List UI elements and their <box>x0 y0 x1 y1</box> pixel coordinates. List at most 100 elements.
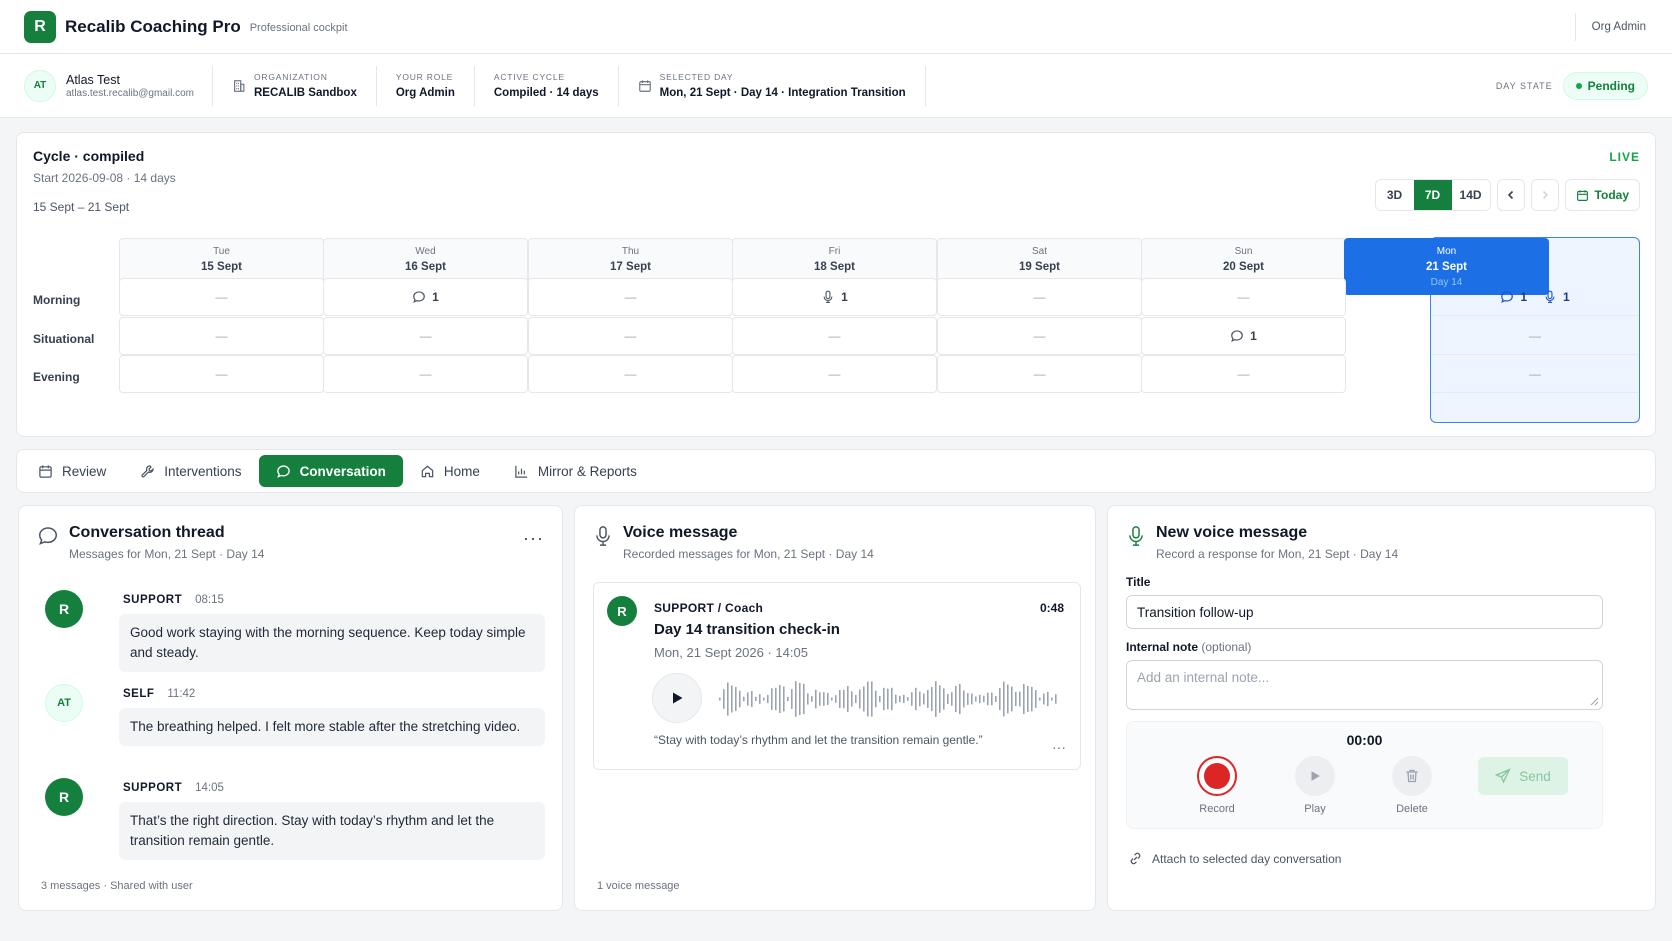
tab-home[interactable]: Home <box>403 455 497 487</box>
selected-day-label: SELECTED DAY <box>659 72 734 82</box>
title-field[interactable]: Transition follow-up <box>1126 595 1603 629</box>
avatar: R <box>45 590 83 628</box>
range-selector: 3D 7D 14D <box>1374 179 1491 211</box>
range-3d-button[interactable]: 3D <box>1375 180 1414 210</box>
tab-interventions[interactable]: Interventions <box>123 455 258 487</box>
panel-subtitle: Messages for Mon, 21 Sept · Day 14 <box>69 547 265 561</box>
message-bubble: The breathing helped. I felt more stable… <box>119 708 545 746</box>
internal-note-field[interactable]: Add an internal note... <box>1126 660 1603 710</box>
today-button[interactable]: Today <box>1564 179 1640 211</box>
slot-cell-situational[interactable]: — <box>119 317 324 355</box>
next-week-button[interactable] <box>1530 179 1559 211</box>
delete-button[interactable] <box>1392 756 1432 796</box>
range-7d-button[interactable]: 7D <box>1413 180 1452 210</box>
more-options-icon[interactable]: ··· <box>1052 739 1066 755</box>
avatar[interactable]: AT <box>24 69 56 102</box>
slot-cell-evening[interactable]: — <box>1141 355 1346 393</box>
waveform-bar <box>751 691 753 707</box>
record-icon <box>1204 763 1230 789</box>
chat-bubble-icon <box>276 464 290 478</box>
waveform-bar <box>1051 697 1053 701</box>
slot-cell-situational[interactable]: — <box>1432 317 1638 355</box>
voice-play-button[interactable] <box>652 673 702 723</box>
slot-cell-morning[interactable]: — <box>1141 278 1346 316</box>
count-value: 1 <box>841 290 848 304</box>
send-icon <box>1495 768 1512 784</box>
voice-footer: 1 voice message <box>597 880 680 892</box>
waveform-bar <box>843 689 845 709</box>
role-label: YOUR ROLE <box>395 72 454 82</box>
status-dot-icon <box>1575 82 1582 89</box>
waveform-bar <box>935 681 937 717</box>
slot-cell-morning[interactable]: 1 <box>323 278 528 316</box>
tab-label: Interventions <box>164 463 242 479</box>
slot-cell-morning[interactable]: — <box>528 278 733 316</box>
range-14d-button[interactable]: 14D <box>1451 180 1490 210</box>
slot-cell-evening[interactable]: — <box>1432 355 1638 393</box>
tab-conversation[interactable]: Conversation <box>258 455 403 487</box>
voice-count: 1 <box>821 290 848 304</box>
more-options-icon[interactable]: ··· <box>523 528 544 549</box>
delete-label: Delete <box>1396 803 1428 815</box>
waveform-bar <box>759 694 761 704</box>
empty-dash: — <box>828 329 841 343</box>
play-button[interactable] <box>1295 756 1335 796</box>
empty-dash: — <box>1237 290 1250 304</box>
waveform-icon[interactable] <box>719 678 1059 720</box>
waveform-bar <box>1031 686 1033 712</box>
waveform-bar <box>1027 686 1029 712</box>
empty-dash: — <box>215 290 228 304</box>
waveform-bar <box>891 687 893 711</box>
tab-review[interactable]: Review <box>21 455 123 487</box>
slot-cell-morning[interactable]: 1 <box>732 278 937 316</box>
slot-cell-situational[interactable]: 1 <box>1141 317 1346 355</box>
record-button[interactable] <box>1197 756 1237 796</box>
day-date: 15 Sept <box>201 261 242 273</box>
slot-cell-situational[interactable]: — <box>528 317 733 355</box>
panel-subtitle: Recorded messages for Mon, 21 Sept · Day… <box>623 547 874 561</box>
app-name: Recalib Coaching Pro <box>65 16 241 36</box>
slot-cell-morning[interactable]: 11 <box>1432 278 1638 316</box>
panel-title: Voice message <box>623 524 738 541</box>
slot-cell-morning[interactable]: — <box>937 278 1142 316</box>
record-label: Record <box>1199 803 1235 815</box>
slot-cell-situational[interactable]: — <box>323 317 528 355</box>
conversation-thread-panel: Conversation thread Messages for Mon, 21… <box>18 505 563 911</box>
cycle-subtitle: Start 2026-09-08 · 14 days <box>33 171 176 185</box>
waveform-bar <box>727 682 729 716</box>
tab-mirror-reports[interactable]: Mirror & Reports <box>497 455 654 487</box>
org-admin-link[interactable]: Org Admin <box>1574 12 1646 41</box>
role-info: YOUR ROLE Org Admin <box>377 72 474 99</box>
message-bubble: Good work staying with the morning seque… <box>119 614 545 672</box>
slot-cell-morning[interactable]: — <box>119 278 324 316</box>
empty-dash: — <box>215 329 228 343</box>
send-button[interactable]: Send <box>1478 757 1568 795</box>
attach-link[interactable]: Attach to selected day conversation <box>1128 851 1341 866</box>
waveform-bar <box>1007 684 1009 714</box>
slot-cell-evening[interactable]: — <box>732 355 937 393</box>
prev-week-button[interactable] <box>1496 179 1525 211</box>
waveform-bar <box>1003 681 1005 717</box>
slot-cell-evening[interactable]: — <box>323 355 528 393</box>
tab-label: Conversation <box>299 463 386 479</box>
day-date: 19 Sept <box>1019 261 1060 273</box>
recording-timer: 00:00 <box>1346 732 1383 748</box>
panel-subtitle: Record a response for Mon, 21 Sept · Day… <box>1156 547 1399 561</box>
slot-cell-evening[interactable]: — <box>937 355 1142 393</box>
voice-count: 1 <box>1543 290 1570 304</box>
resize-handle-icon[interactable] <box>1590 697 1599 706</box>
waveform-bar <box>739 690 741 708</box>
panel-title: Conversation thread <box>69 524 225 541</box>
waveform-bar <box>995 696 997 702</box>
waveform-bar <box>1015 691 1017 707</box>
app-logo[interactable]: R <box>24 10 56 43</box>
empty-dash: — <box>1529 366 1541 381</box>
calendar-controls: 3D 7D 14D Today <box>1374 179 1640 211</box>
slot-cell-evening[interactable]: — <box>119 355 324 393</box>
microphone-icon <box>823 290 833 303</box>
slot-cell-evening[interactable]: — <box>528 355 733 393</box>
slot-cell-situational[interactable]: — <box>732 317 937 355</box>
note-placeholder: Add an internal note... <box>1137 670 1270 685</box>
slot-cell-situational[interactable]: — <box>937 317 1142 355</box>
waveform-bar <box>863 686 865 712</box>
